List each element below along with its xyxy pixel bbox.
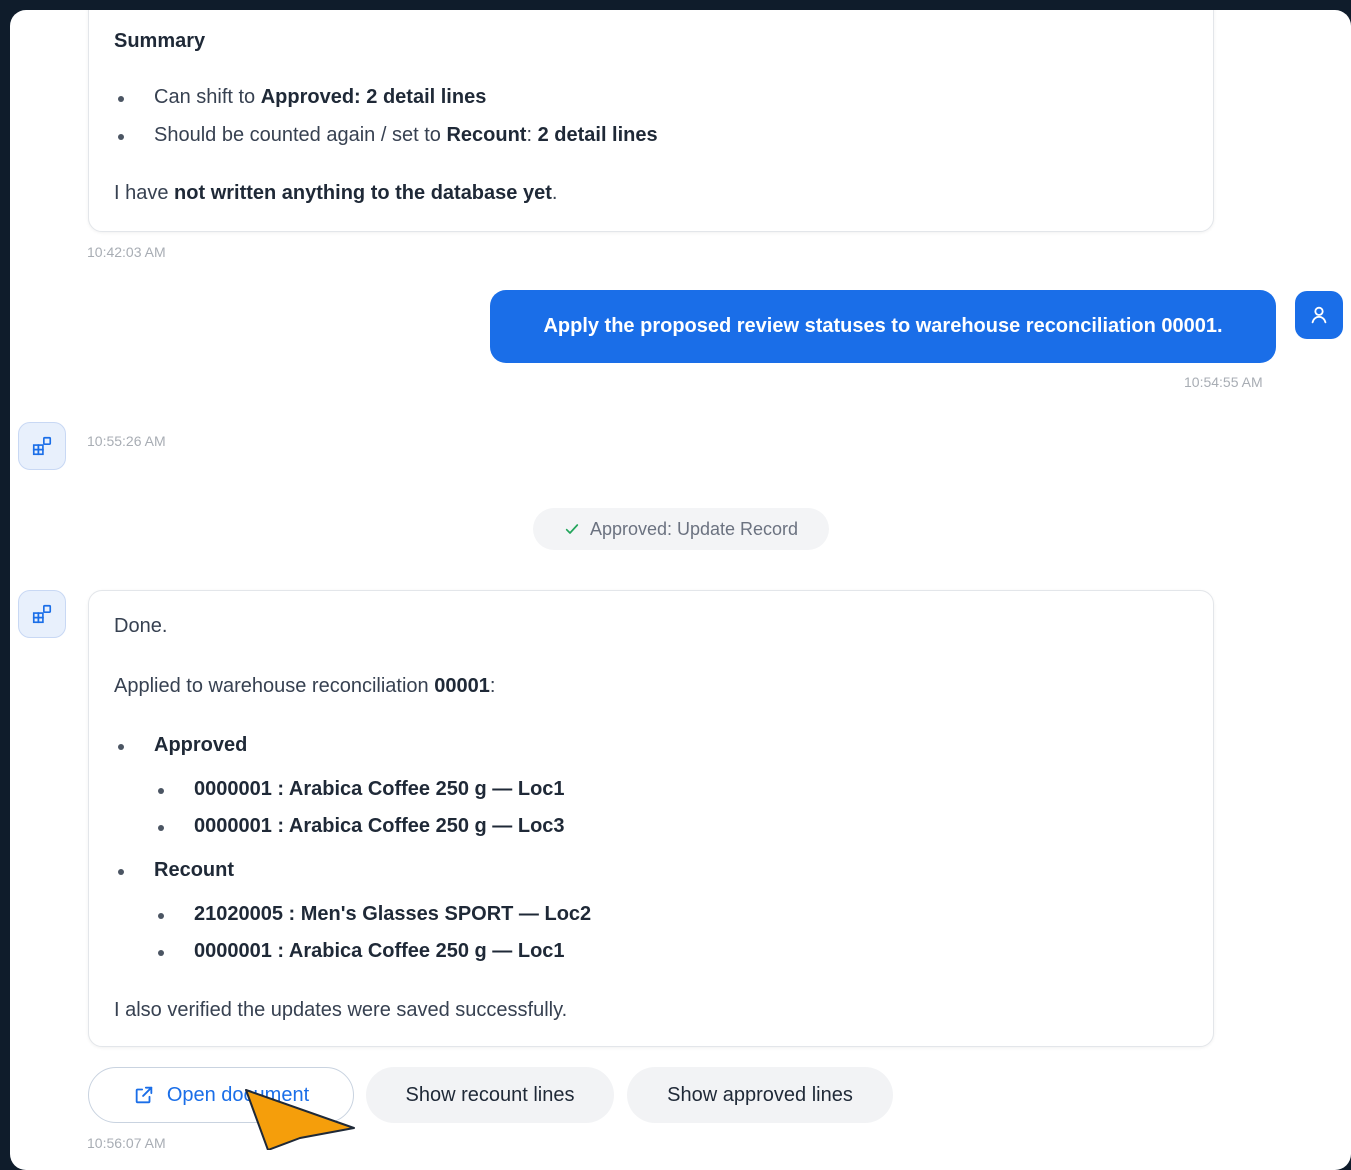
bullet xyxy=(118,134,124,140)
recount-heading: Recount xyxy=(154,859,234,881)
summary-note: I have not written anything to the datab… xyxy=(114,182,558,204)
bullet xyxy=(158,913,164,919)
assistant-icon xyxy=(32,436,52,456)
summary-item-approved: Can shift to Approved: 2 detail lines xyxy=(154,86,487,108)
message-timestamp: 10:55:26 AM xyxy=(87,433,166,449)
approved-heading: Approved xyxy=(154,734,248,756)
message-timestamp: 10:42:03 AM xyxy=(87,244,166,260)
bullet xyxy=(118,96,124,102)
message-timestamp: 10:56:07 AM xyxy=(87,1135,166,1151)
approved-item: 0000001 : Arabica Coffee 250 g — Loc3 xyxy=(194,815,565,837)
tool-status-label: Approved: Update Record xyxy=(589,518,799,539)
bullet xyxy=(118,744,124,750)
chat-panel: Summary Can shift to Approved: 2 detail … xyxy=(10,10,1351,1170)
show-recount-lines-button[interactable]: Show recount lines xyxy=(366,1067,614,1123)
mouse-cursor-icon xyxy=(245,1089,355,1150)
external-link-icon xyxy=(135,1086,153,1104)
bullet xyxy=(158,950,164,956)
applied-line: Applied to warehouse reconciliation 0000… xyxy=(114,675,496,697)
summary-heading: Summary xyxy=(114,30,206,52)
assistant-avatar xyxy=(18,590,66,638)
recount-item: 21020005 : Men's Glasses SPORT — Loc2 xyxy=(194,903,592,925)
show-approved-label: Show approved lines xyxy=(667,1083,853,1106)
bullet xyxy=(118,869,124,875)
verified-line: I also verified the updates were saved s… xyxy=(114,999,568,1021)
summary-item-recount: Should be counted again / set to Recount… xyxy=(154,124,658,146)
bullet xyxy=(158,825,164,831)
assistant-avatar xyxy=(18,422,66,470)
tool-status-badge: Approved: Update Record xyxy=(533,508,829,550)
user-avatar xyxy=(1295,291,1343,339)
recount-item: 0000001 : Arabica Coffee 250 g — Loc1 xyxy=(194,940,565,962)
show-approved-lines-button[interactable]: Show approved lines xyxy=(627,1067,893,1123)
bullet xyxy=(158,788,164,794)
user-message-text: Apply the proposed review statuses to wa… xyxy=(543,315,1223,337)
assistant-icon xyxy=(32,604,52,624)
check-icon xyxy=(565,524,579,534)
approved-item: 0000001 : Arabica Coffee 250 g — Loc1 xyxy=(194,778,565,800)
user-icon xyxy=(1311,306,1327,324)
message-timestamp: 10:54:55 AM xyxy=(1184,374,1263,390)
done-line: Done. xyxy=(114,615,168,637)
show-recount-label: Show recount lines xyxy=(405,1083,575,1106)
user-message: Apply the proposed review statuses to wa… xyxy=(490,290,1276,363)
